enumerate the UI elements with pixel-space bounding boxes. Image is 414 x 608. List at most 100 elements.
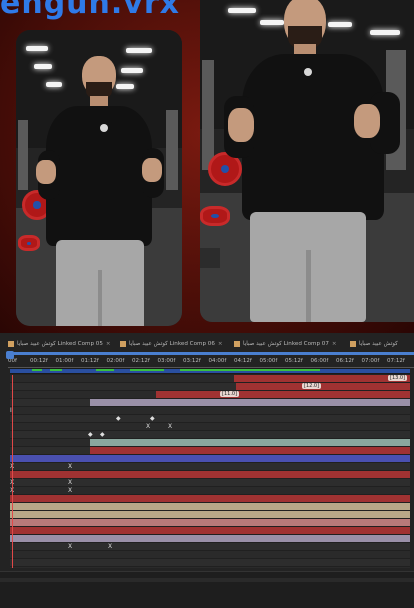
keyframe-icon[interactable]: ◆ bbox=[150, 416, 155, 422]
keyframe-icon[interactable]: X bbox=[68, 488, 72, 494]
cache-indicator bbox=[96, 369, 114, 371]
comp-color-icon bbox=[234, 340, 240, 347]
tab-label: كوتش عبيد صبايا bbox=[359, 341, 398, 347]
layer-clip-bar[interactable] bbox=[90, 439, 410, 446]
layer-clip-bar[interactable] bbox=[90, 447, 410, 454]
track-row[interactable]: [11.0] bbox=[10, 391, 410, 399]
layer-clip-bar[interactable] bbox=[156, 391, 410, 398]
track-row[interactable] bbox=[10, 519, 410, 527]
ruler-tick-label: 03:12f bbox=[183, 358, 201, 364]
close-icon[interactable]: × bbox=[218, 341, 223, 347]
layer-clip-bar[interactable] bbox=[10, 535, 410, 542]
keyframe-icon[interactable]: ◆ bbox=[100, 432, 105, 438]
presenter-shirt bbox=[46, 106, 152, 246]
track-row[interactable]: XX bbox=[10, 423, 410, 431]
keyframe-icon[interactable]: X bbox=[168, 424, 172, 430]
screen: engun.vrx b bbox=[0, 0, 414, 608]
layer-clip-bar[interactable] bbox=[10, 511, 410, 518]
ruler-tick-label: 00:12f bbox=[30, 358, 48, 364]
keyframe-icon[interactable]: X bbox=[68, 480, 72, 486]
keyframe-icon[interactable]: X bbox=[146, 424, 150, 430]
layer-clip-bar[interactable] bbox=[90, 399, 410, 406]
track-row[interactable]: XX bbox=[10, 487, 410, 495]
tab-main-comp[interactable]: كوتش عبيد صبايا bbox=[350, 337, 398, 351]
layer-clip-bar[interactable] bbox=[234, 375, 410, 382]
keyframe-icon[interactable]: ◆ bbox=[116, 416, 121, 422]
track-row[interactable] bbox=[10, 455, 410, 463]
track-row[interactable]: XX bbox=[10, 543, 410, 551]
track-row[interactable] bbox=[10, 503, 410, 511]
keyframe-icon[interactable]: X bbox=[108, 544, 112, 550]
ruler-tick-label: 06:12f bbox=[336, 358, 354, 364]
comp-color-icon bbox=[120, 340, 126, 347]
layer-clip-bar[interactable] bbox=[10, 519, 410, 526]
track-row[interactable]: [13.0] bbox=[10, 375, 410, 383]
track-row[interactable] bbox=[10, 527, 410, 535]
playhead-line[interactable] bbox=[12, 375, 13, 568]
clip-stretch-label: [12.0] bbox=[302, 383, 322, 389]
presenter-hand bbox=[228, 108, 254, 142]
track-row[interactable] bbox=[10, 399, 410, 407]
ruler-tick-label: 04:00f bbox=[208, 358, 227, 364]
track-row[interactable]: I bbox=[10, 407, 410, 415]
work-area-bar[interactable] bbox=[10, 368, 410, 374]
time-ruler[interactable]: 00f 00:12f 01:00f 01:12f 02:00f 02:12f 03:00f 0… bbox=[8, 352, 414, 368]
layer-clip-bar[interactable] bbox=[10, 455, 410, 462]
tab-linked-comp-07[interactable]: كوتش عبيد صبايا Linked Comp 07 × bbox=[234, 337, 337, 351]
presenter-hand bbox=[36, 160, 56, 184]
cache-indicator bbox=[130, 369, 164, 371]
track-row[interactable] bbox=[10, 495, 410, 503]
pants-seam bbox=[98, 270, 102, 326]
track-row[interactable] bbox=[10, 447, 410, 455]
keyframe-icon[interactable]: X bbox=[68, 544, 72, 550]
presenter-hand bbox=[354, 104, 380, 138]
footer-strip bbox=[0, 578, 414, 582]
track-row[interactable] bbox=[10, 551, 410, 559]
track-row[interactable] bbox=[10, 559, 410, 567]
ruler-tick-label: 05:00f bbox=[259, 358, 278, 364]
layer-tracks: [13.0][12.0][11.0]I◆◆XX◆◆XXXXXXXX bbox=[10, 375, 410, 568]
preview-frame-left bbox=[16, 30, 182, 326]
layer-clip-bar[interactable] bbox=[10, 527, 410, 534]
comp-color-icon bbox=[350, 340, 356, 347]
close-icon[interactable]: × bbox=[106, 341, 111, 347]
cache-indicator bbox=[32, 369, 42, 371]
track-row[interactable]: ◆ ◆ bbox=[10, 431, 410, 439]
clip-stretch-label: [11.0] bbox=[220, 391, 240, 397]
track-row[interactable]: XX bbox=[10, 463, 410, 471]
keyframe-icon[interactable]: ◆ bbox=[88, 432, 93, 438]
ruler-tick-label: 02:12f bbox=[132, 358, 150, 364]
layer-clip-bar[interactable] bbox=[10, 471, 410, 478]
watermark-text: engun.vrx bbox=[0, 0, 180, 21]
track-row[interactable] bbox=[10, 535, 410, 543]
keyframe-icon[interactable]: X bbox=[68, 464, 72, 470]
timeline-footer bbox=[0, 571, 414, 608]
tab-linked-comp-06[interactable]: كوتش عبيد صبايا Linked Comp 06 × bbox=[120, 337, 223, 351]
presenter bbox=[200, 0, 414, 322]
ruler-tick-label: 01:00f bbox=[55, 358, 74, 364]
ruler-tick-label: 04:12f bbox=[234, 358, 252, 364]
track-row[interactable]: XX bbox=[10, 479, 410, 487]
layer-clip-bar[interactable] bbox=[10, 503, 410, 510]
track-row[interactable]: [12.0] bbox=[10, 383, 410, 391]
timeline-panel: كوتش عبيد صبايا Linked Comp 05 × كوتش عبي… bbox=[0, 333, 414, 608]
close-icon[interactable]: × bbox=[332, 341, 337, 347]
clip-stretch-label: [13.0] bbox=[388, 375, 408, 381]
track-row[interactable] bbox=[10, 439, 410, 447]
track-row[interactable]: ◆ ◆ bbox=[10, 415, 410, 423]
track-row[interactable] bbox=[10, 471, 410, 479]
tab-label: كوتش عبيد صبايا Linked Comp 07 bbox=[243, 341, 329, 347]
ruler-tick-label: 06:00f bbox=[310, 358, 329, 364]
ruler-tick-label: 07:00f bbox=[361, 358, 380, 364]
preview-frame-right bbox=[200, 0, 414, 322]
pants-seam bbox=[306, 250, 311, 322]
track-row[interactable] bbox=[10, 511, 410, 519]
playhead-handle[interactable] bbox=[6, 351, 14, 359]
ruler-tick-label: 07:12f bbox=[387, 358, 405, 364]
video-preview: engun.vrx b bbox=[0, 0, 414, 333]
layer-clip-bar[interactable] bbox=[10, 495, 410, 502]
tab-label: كوتش عبيد صبايا Linked Comp 06 bbox=[129, 341, 215, 347]
tab-linked-comp-05[interactable]: كوتش عبيد صبايا Linked Comp 05 × bbox=[8, 337, 111, 351]
ruler-tick-label: 02:00f bbox=[106, 358, 125, 364]
layer-clip-bar[interactable] bbox=[236, 383, 410, 390]
